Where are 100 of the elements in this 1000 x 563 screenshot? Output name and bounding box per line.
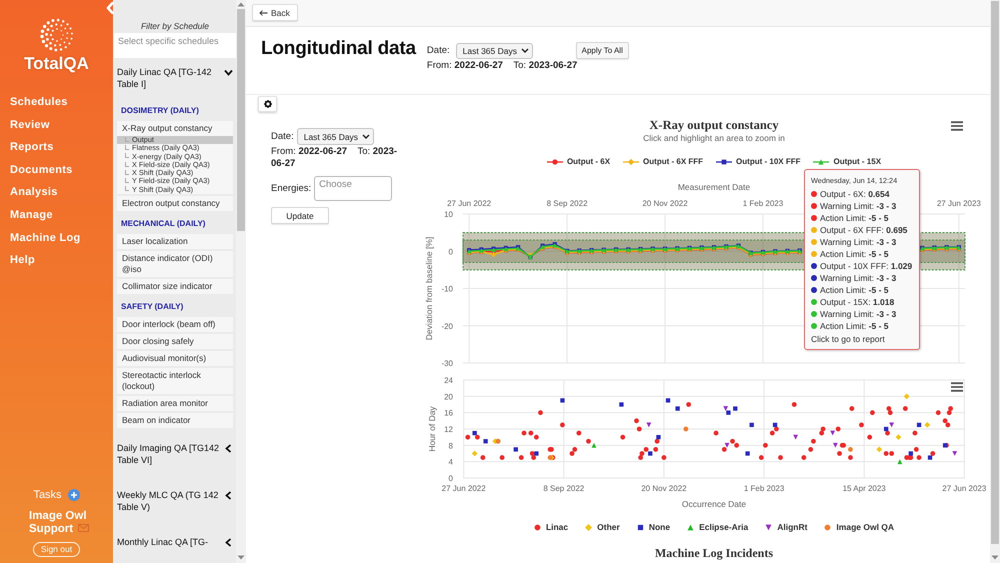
square-point: [884, 426, 888, 432]
legend-item[interactable]: None: [636, 521, 670, 533]
test-item[interactable]: X-Ray output constancy: [117, 121, 233, 136]
down-triangle-point: [833, 442, 838, 448]
schedule-group-header[interactable]: Monthly Linac QA [TG-: [117, 524, 233, 560]
scrollbar[interactable]: [236, 0, 246, 563]
tooltip-value: Output - 6X: 0.654: [820, 188, 890, 200]
legend-item[interactable]: Other: [585, 521, 620, 533]
back-button[interactable]: Back: [252, 4, 298, 21]
scrollbar[interactable]: [990, 0, 1000, 563]
axis-label: 0: [448, 474, 453, 483]
axis-title: Deviation from baseline [%]: [424, 236, 434, 340]
legend-item[interactable]: Linac: [534, 521, 568, 533]
legend-item[interactable]: Output - 15X: [813, 156, 882, 168]
test-item[interactable]: Beam on indicator: [117, 413, 233, 428]
test-item[interactable]: Distance indicator (ODI) @iso: [117, 251, 233, 278]
circle-point: [480, 455, 486, 460]
axis-label: 1 Feb 2023: [744, 484, 784, 493]
square-point: [676, 406, 680, 411]
settings-button[interactable]: [258, 96, 277, 112]
schedule-group-header[interactable]: Daily Imaging QA [TG142 Table VI]: [117, 430, 233, 478]
circle-point: [465, 434, 470, 440]
test-item[interactable]: Stereotactic interlock (lockout): [117, 368, 233, 394]
down-triangle-point: [723, 406, 728, 411]
circle-point: [576, 430, 582, 436]
tooltip-value: Action Limit: -5 - 5: [820, 320, 888, 332]
square-point: [772, 422, 778, 428]
arrow-down-icon[interactable]: [237, 555, 245, 560]
tooltip-link[interactable]: Click to go to report: [811, 333, 912, 345]
arrow-down-icon[interactable]: [991, 555, 999, 560]
chevron-left-icon[interactable]: [106, 2, 114, 14]
schedule-group-header[interactable]: Daily Linac QA [TG-142 Table I]: [117, 58, 233, 100]
arrow-left-icon: [259, 10, 268, 16]
square-point: [619, 402, 624, 407]
legend-item[interactable]: Output - 6X FFF: [623, 156, 704, 168]
legend-item[interactable]: Output - 10X FFF: [716, 156, 800, 168]
chevron-left-icon: [224, 444, 233, 454]
down-triangle-point: [793, 434, 798, 440]
circle-point: [518, 455, 524, 460]
square-point: [534, 451, 539, 456]
legend-item[interactable]: Eclipse-Aria: [687, 521, 748, 533]
square-point: [560, 398, 565, 403]
plus-icon[interactable]: [68, 489, 80, 501]
square-point: [928, 455, 932, 460]
date-range-select[interactable]: Last 365 Days: [456, 42, 533, 58]
diamond-point: [904, 393, 910, 400]
energies-label: Energies:: [271, 182, 312, 194]
test-item[interactable]: Collimator size indicator: [117, 279, 233, 294]
circle-point: [538, 410, 543, 416]
circle-point: [916, 455, 922, 460]
down-triangle-point: [952, 451, 958, 456]
axis-label: -10: [441, 284, 453, 294]
schedule-group-header[interactable]: Weekly MLC QA (TG 142 Table V): [117, 477, 233, 524]
square-point: [472, 430, 477, 436]
circle-point: [811, 438, 816, 444]
test-item[interactable]: Door interlock (beam off): [117, 317, 233, 332]
scrollbar-thumb[interactable]: [991, 1, 999, 544]
square-point: [648, 451, 652, 456]
tooltip-value: Action Limit: -5 - 5: [820, 212, 888, 224]
diamond-point: [896, 434, 902, 440]
scrollbar-thumb[interactable]: [237, 9, 245, 231]
square-point: [908, 451, 913, 456]
schedule-select-field[interactable]: Select specific schedules: [114, 33, 236, 58]
axis-label: 27 Jun 2023: [936, 199, 981, 208]
square-point: [656, 435, 661, 440]
date-range-select[interactable]: Last 365 Days: [296, 128, 374, 145]
circle-point: [683, 426, 688, 432]
circle-point: [930, 451, 936, 456]
menu-icon[interactable]: [951, 121, 963, 131]
energies-field[interactable]: Choose: [314, 176, 392, 201]
point: [490, 252, 496, 258]
arrow-up-icon[interactable]: [237, 2, 245, 7]
update-button[interactable]: Update: [271, 207, 329, 224]
axis-label: 8 Sep 2022: [543, 484, 584, 493]
test-item[interactable]: Electron output constancy: [117, 196, 233, 212]
circle-point: [902, 406, 908, 411]
axis-label: 12: [444, 425, 453, 434]
square-point: [942, 443, 948, 448]
legend-item[interactable]: Output - 6X: [546, 156, 610, 168]
circle-point: [836, 426, 841, 432]
test-item[interactable]: Laser localization: [117, 234, 233, 250]
axis-label: 27 Jun 2022: [442, 484, 486, 493]
legend-item[interactable]: Image Owl QA: [824, 521, 894, 533]
apply-to-all-button[interactable]: Apply To All: [576, 42, 629, 59]
circle-point: [653, 447, 658, 452]
diamond-point: [876, 446, 882, 452]
tooltip-value: Warning Limit: -3 - 3: [820, 308, 896, 320]
chevron-down-icon: [362, 134, 370, 139]
axis-label: 20: [444, 392, 453, 402]
menu-icon[interactable]: [951, 382, 963, 392]
axis-label: -30: [441, 359, 453, 368]
triangle-point: [897, 459, 902, 464]
test-item[interactable]: Radiation area monitor: [117, 396, 233, 412]
tooltip-value: Warning Limit: -3 - 3: [820, 236, 896, 248]
square-point: [750, 422, 754, 428]
gear-icon: [264, 100, 272, 108]
axis-label: -20: [441, 322, 453, 331]
legend-item[interactable]: AlignRt: [765, 521, 808, 533]
test-item[interactable]: Audiovisual monitor(s): [117, 351, 233, 366]
test-item[interactable]: Door closing safely: [117, 334, 233, 350]
